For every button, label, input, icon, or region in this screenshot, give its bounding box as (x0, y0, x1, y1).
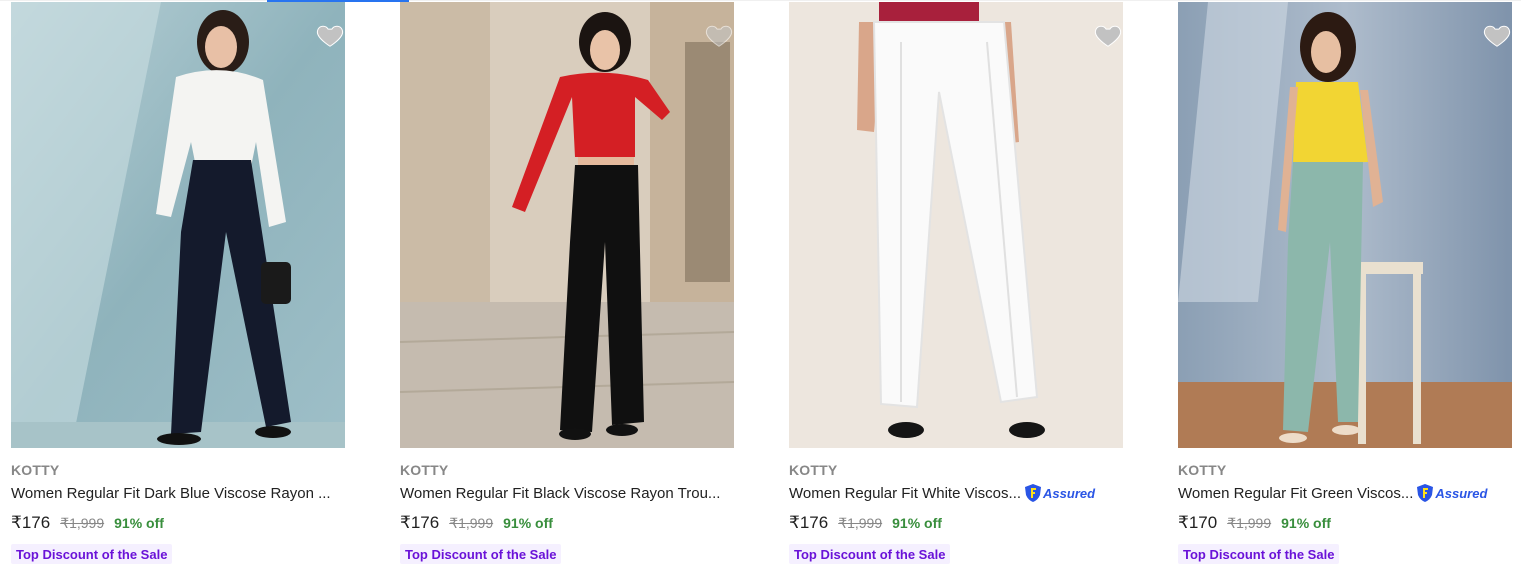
brand-name: KOTTY (1178, 462, 1227, 478)
product-photo-black-trousers (400, 2, 734, 448)
assured-label: Assured (1043, 485, 1096, 501)
original-price: ₹1,999 (1227, 515, 1272, 531)
discount-percent: 91% off (114, 515, 164, 531)
product-photo-dark-blue-trousers (11, 2, 345, 448)
product-image[interactable] (789, 2, 1123, 448)
selling-price: ₹176 (789, 513, 829, 532)
offer-tag: Top Discount of the Sale (400, 544, 562, 564)
brand-name: KOTTY (400, 462, 449, 478)
assured-label: Assured (1435, 485, 1488, 501)
selling-price: ₹176 (400, 513, 440, 532)
product-photo-green-trousers (1178, 2, 1512, 448)
offer-tag: Top Discount of the Sale (1178, 544, 1340, 564)
product-image[interactable] (400, 2, 734, 448)
product-card[interactable]: KOTTY Women Regular Fit White Viscos... … (789, 2, 1124, 565)
product-card[interactable]: KOTTY Women Regular Fit Dark Blue Viscos… (11, 2, 346, 565)
selling-price: ₹176 (11, 513, 51, 532)
assured-shield-icon (1417, 484, 1434, 502)
product-title[interactable]: Women Regular Fit Dark Blue Viscose Rayo… (11, 485, 331, 502)
product-grid: KOTTY Women Regular Fit Dark Blue Viscos… (0, 0, 1521, 565)
brand-name: KOTTY (789, 462, 838, 478)
original-price: ₹1,999 (60, 515, 105, 531)
original-price: ₹1,999 (838, 515, 883, 531)
product-title[interactable]: Women Regular Fit White Viscos... (789, 485, 1021, 502)
product-title-row[interactable]: Women Regular Fit Black Viscose Rayon Tr… (400, 483, 740, 503)
offer-tag: Top Discount of the Sale (11, 544, 173, 564)
price-row: ₹176 ₹1,999 91% off (11, 513, 164, 533)
product-title[interactable]: Women Regular Fit Green Viscos... (1178, 485, 1413, 502)
product-card[interactable]: KOTTY Women Regular Fit Black Viscose Ra… (400, 2, 735, 565)
product-card[interactable]: KOTTY Women Regular Fit Green Viscos... … (1178, 2, 1513, 565)
heart-icon[interactable] (315, 20, 345, 50)
price-row: ₹176 ₹1,999 91% off (789, 513, 942, 533)
product-image[interactable] (11, 2, 345, 448)
assured-badge: Assured (1416, 483, 1487, 503)
assured-shield-icon (1025, 484, 1042, 502)
price-row: ₹170 ₹1,999 91% off (1178, 513, 1331, 533)
selling-price: ₹170 (1178, 513, 1218, 532)
product-title-row[interactable]: Women Regular Fit Dark Blue Viscose Rayo… (11, 483, 351, 503)
heart-icon[interactable] (1482, 20, 1512, 50)
assured-badge: Assured (1024, 483, 1095, 503)
product-title-row[interactable]: Women Regular Fit White Viscos... Assure… (789, 483, 1129, 503)
discount-percent: 91% off (892, 515, 942, 531)
product-title-row[interactable]: Women Regular Fit Green Viscos... Assure… (1178, 483, 1518, 503)
product-photo-white-trousers (789, 2, 1123, 448)
heart-icon[interactable] (1093, 20, 1123, 50)
discount-percent: 91% off (1281, 515, 1331, 531)
original-price: ₹1,999 (449, 515, 494, 531)
heart-icon[interactable] (704, 20, 734, 50)
product-image[interactable] (1178, 2, 1512, 448)
price-row: ₹176 ₹1,999 91% off (400, 513, 553, 533)
brand-name: KOTTY (11, 462, 60, 478)
discount-percent: 91% off (503, 515, 553, 531)
offer-tag: Top Discount of the Sale (789, 544, 951, 564)
product-title[interactable]: Women Regular Fit Black Viscose Rayon Tr… (400, 485, 720, 502)
